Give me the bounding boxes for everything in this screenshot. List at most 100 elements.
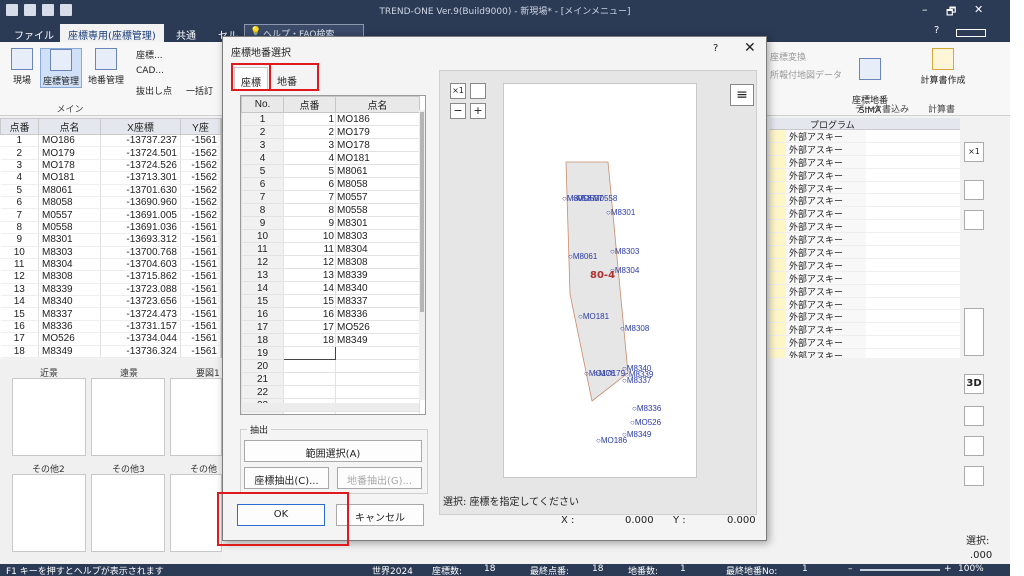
preview-window-icon[interactable] <box>470 83 486 99</box>
program-row[interactable]: 外部アスキー <box>770 168 960 182</box>
layer-icon[interactable] <box>964 210 984 230</box>
photo-slot-other4[interactable] <box>170 474 222 552</box>
grid-cell[interactable]: 21 <box>241 372 284 386</box>
table-row[interactable]: 1 MO186 -13737.237 -1561 <box>0 134 221 148</box>
table-cell[interactable]: 5 <box>0 184 39 197</box>
grid-cell[interactable]: MO179 <box>335 125 420 139</box>
grid-cell[interactable]: 15 <box>241 294 284 308</box>
zoom-out-icon[interactable]: − <box>450 103 466 119</box>
grid-col-point-name[interactable]: 点名 <box>335 96 420 113</box>
ribbon-collapse-icon[interactable] <box>956 29 986 37</box>
grid-cell[interactable] <box>335 385 420 399</box>
grid-cell[interactable]: M8304 <box>335 242 420 256</box>
program-row[interactable]: 外部アスキー <box>770 233 960 246</box>
grid-cell[interactable]: 3 <box>283 138 336 152</box>
bulk-edit-button[interactable]: 一括訂 <box>186 84 213 97</box>
grid-cell[interactable]: 8 <box>241 203 284 217</box>
create-report-button[interactable]: 計算書作成 <box>918 48 968 86</box>
table-cell[interactable]: MO181 <box>38 171 101 185</box>
grid-row[interactable]: 9 9 M8301 <box>241 216 420 230</box>
coordinate-conversion-button[interactable]: 座標変換 <box>770 50 806 63</box>
grid-cell[interactable] <box>335 346 420 360</box>
table-cell[interactable]: MO526 <box>38 332 101 346</box>
survey-point-label[interactable]: ○M8336 <box>632 404 661 413</box>
table-cell[interactable]: -13737.237 <box>100 134 181 148</box>
survey-point-label[interactable]: ○M8337 <box>622 376 651 385</box>
grid-row[interactable]: 4 4 MO181 <box>241 151 420 165</box>
grid-row[interactable]: 19 <box>241 346 420 360</box>
grid-row[interactable]: 3 3 MO178 <box>241 138 420 152</box>
program-row[interactable]: 外部アスキー <box>770 207 960 220</box>
program-row[interactable]: 外部アスキー <box>770 284 960 298</box>
table-cell[interactable]: 4 <box>0 171 39 185</box>
grid-cell[interactable]: 5 <box>241 164 284 178</box>
table-cell[interactable]: M8339 <box>38 283 101 297</box>
cancel-button[interactable]: キャンセル <box>336 504 424 526</box>
grid-cell[interactable]: 4 <box>241 151 284 165</box>
survey-point-label[interactable]: ○M8308 <box>620 324 649 333</box>
grid-cell[interactable]: MO181 <box>335 151 420 165</box>
grid-row[interactable]: 16 16 M8336 <box>241 307 420 321</box>
table-row[interactable]: 8 M0558 -13691.036 -1561 <box>0 221 221 235</box>
zoom-in-icon[interactable]: + <box>470 103 486 119</box>
grid-cell[interactable]: M0558 <box>335 203 420 217</box>
mini-map-thumbnail[interactable] <box>964 308 984 356</box>
table-row[interactable]: 7 M0557 -13691.005 -1562 <box>0 208 221 222</box>
3d-view-button[interactable]: 3D <box>964 374 984 394</box>
grid-row[interactable]: 7 7 M0557 <box>241 190 420 204</box>
grid-cell[interactable]: M8058 <box>335 177 420 191</box>
grid-cell[interactable]: 7 <box>241 190 284 204</box>
grid-cell[interactable]: M8336 <box>335 307 420 321</box>
grid-row[interactable]: 8 8 M0558 <box>241 203 420 217</box>
program-row[interactable]: 外部アスキー <box>770 142 960 156</box>
photo-slot-near[interactable] <box>12 378 86 456</box>
table-cell[interactable]: 16 <box>0 320 39 334</box>
grid-row[interactable]: 20 <box>241 359 420 373</box>
program-row[interactable]: 外部アスキー <box>770 310 960 323</box>
table-cell[interactable]: -13723.656 <box>100 295 181 309</box>
table-cell[interactable]: 9 <box>0 233 39 247</box>
program-row[interactable]: 外部アスキー <box>770 194 960 207</box>
grid-cell[interactable]: 20 <box>241 359 284 373</box>
grid-row[interactable]: 17 17 MO526 <box>241 320 420 334</box>
hamburger-menu-icon[interactable]: ≡ <box>730 84 754 106</box>
program-row[interactable]: 外部アスキー <box>770 220 960 233</box>
table-cell[interactable]: -1561 <box>180 307 221 321</box>
program-row[interactable]: 外部アスキー <box>770 155 960 169</box>
grid-cell[interactable]: M8349 <box>335 333 420 347</box>
table-row[interactable]: 6 M8058 -13690.960 -1562 <box>0 196 221 210</box>
table-cell[interactable]: M0558 <box>38 221 101 235</box>
grid-cell[interactable]: 2 <box>241 125 284 139</box>
grid-cell[interactable]: 10 <box>241 229 284 243</box>
program-row[interactable]: 外部アスキー <box>770 181 960 195</box>
grid-cell[interactable]: 11 <box>283 242 336 256</box>
grid-row[interactable]: 2 2 MO179 <box>241 125 420 139</box>
table-cell[interactable]: 6 <box>0 196 39 210</box>
table-cell[interactable]: M8349 <box>38 345 101 358</box>
table-row[interactable]: 15 M8337 -13724.473 -1561 <box>0 307 221 321</box>
table-cell[interactable]: M8340 <box>38 295 101 309</box>
table-cell[interactable]: 3 <box>0 159 39 173</box>
grid-cell[interactable]: 15 <box>283 294 336 308</box>
table-cell[interactable]: 14 <box>0 295 39 309</box>
table-cell[interactable]: -1561 <box>180 283 221 297</box>
grid-row[interactable]: 12 12 M8308 <box>241 255 420 269</box>
grid-cell[interactable]: 5 <box>283 164 336 178</box>
table-cell[interactable]: -13736.324 <box>100 345 181 358</box>
grid-cell[interactable]: 1 <box>283 112 336 126</box>
grid-cell[interactable]: 18 <box>241 333 284 347</box>
minimize-button[interactable]: – <box>922 3 928 16</box>
grid-cell[interactable]: 17 <box>283 320 336 334</box>
table-cell[interactable]: 18 <box>0 345 39 358</box>
tab-common[interactable]: 共通 <box>168 24 204 42</box>
table-cell[interactable]: 17 <box>0 332 39 346</box>
tab-file[interactable]: ファイル <box>6 24 62 42</box>
grid-row[interactable]: 21 <box>241 372 420 386</box>
grid-row[interactable]: 13 13 M8339 <box>241 268 420 282</box>
grid-cell[interactable] <box>283 346 336 360</box>
table-cell[interactable]: -1562 <box>180 184 221 197</box>
grid-row[interactable]: 10 10 M8303 <box>241 229 420 243</box>
zoom-in-button[interactable]: + <box>944 564 952 574</box>
table-cell[interactable]: M8303 <box>38 246 101 259</box>
col-point-name[interactable]: 点名 <box>38 118 101 135</box>
